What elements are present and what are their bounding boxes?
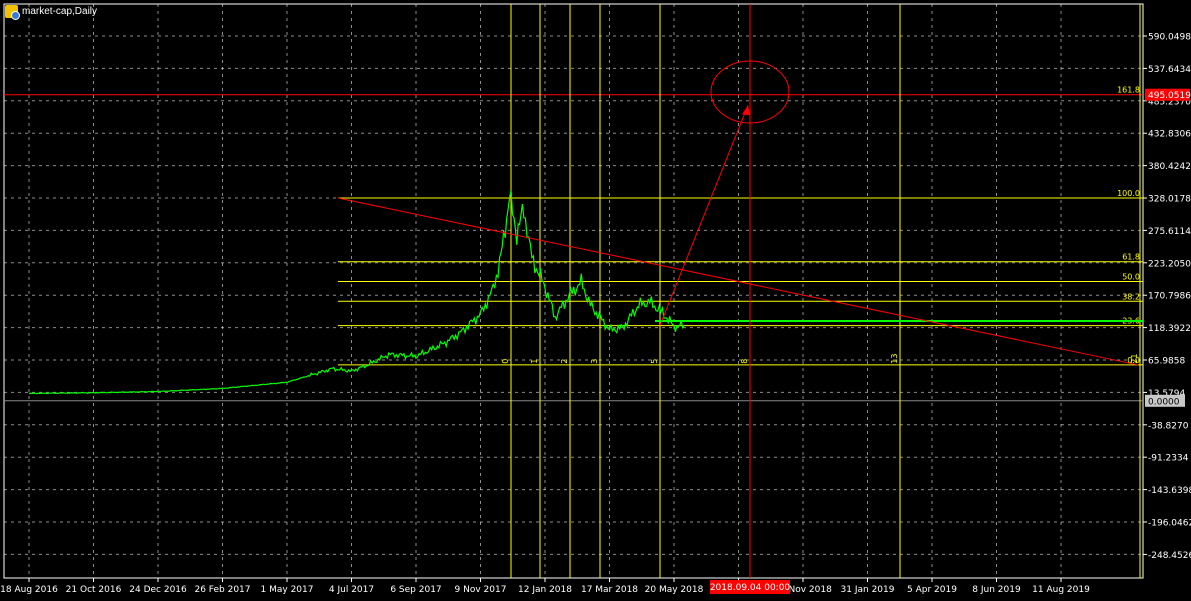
fib-level-label: 100.0 [1117,189,1140,198]
fib-time-label: 0 [501,359,510,364]
date-axis-label: 5 Apr 2019 [907,585,957,595]
fib-level-label: 61.8 [1122,253,1140,262]
date-axis-label: 9 Nov 2017 [455,585,507,595]
fib-time-label: 13 [890,354,899,364]
date-axis-label: 1 May 2017 [261,585,314,595]
fib-time-label: 8 [740,359,749,364]
date-axis-label: 21 Oct 2016 [66,585,122,595]
price-axis-label: 223.2050 [1148,259,1191,269]
price-axis-label: 432.8306 [1148,130,1191,140]
fib-time-label: 21 [1130,354,1139,364]
fibonacci-time-zones[interactable]: 0 1 2 3 5 8 13 21 [501,4,1141,578]
fib-time-label: 2 [560,359,569,364]
price-axis-label: -248.4526 [1148,551,1191,561]
plot-frame [3,3,1144,579]
price-axis-label: -91.2334 [1148,454,1189,464]
price-axis-label: 380.4242 [1148,162,1191,172]
date-axis-label: 31 Jan 2019 [841,585,895,595]
price-axis-label: 65.9858 [1148,357,1185,367]
date-axis-label: 17 Mar 2018 [581,585,638,595]
date-axis-label: 20 May 2018 [645,585,704,595]
fibonacci-retracement[interactable]: 161.8100.061.850.038.223.60.0 [4,86,1143,366]
date-axis-label: 6 Sep 2017 [390,585,441,595]
date-axis-label: 26 Feb 2017 [194,585,250,595]
fib-time-label: 5 [650,359,659,364]
fib-level-label: 38.2 [1122,292,1140,301]
price-axis-label: -143.6398 [1148,486,1191,496]
price-axis-label: 118.3922 [1148,324,1191,334]
price-chart[interactable]: 161.8100.061.850.038.223.60.0 0123581321… [0,0,1191,601]
date-axis-label: 11 Aug 2019 [1032,585,1090,595]
fib-time-label: 3 [590,359,599,364]
zero-level-label: 0.0000 [1148,397,1180,407]
price-axis-label: -38.8270 [1148,421,1189,431]
price-axis-label: -196.0462 [1148,519,1191,529]
fib-time-label: 1 [530,359,539,364]
fib-level-label: 50.0 [1122,272,1140,281]
projection-arrow-line[interactable] [659,105,749,326]
price-line [28,190,685,395]
crosshair-price-label: 495.0519 [1148,91,1191,101]
price-axis-label: 170.7986 [1148,292,1191,302]
fib-level-label: 161.8 [1117,86,1140,95]
crosshair-time-label: 2018.09.04 00:00 [710,583,791,593]
price-series [28,190,685,395]
date-axis-label: 8 Jun 2019 [972,585,1021,595]
price-axis-label: 328.0178 [1148,195,1191,205]
date-axis-label: 12 Jan 2018 [518,585,572,595]
price-axis-label: 537.6434 [1148,65,1191,75]
date-axis-label: 4 Jul 2017 [329,585,374,595]
date-axis-label: 18 Aug 2016 [0,585,58,595]
price-axis-label: 275.6114 [1148,227,1191,237]
projection-arrow-head [742,105,750,116]
chart-grid [3,3,1144,579]
trend-drawings[interactable] [337,4,1143,578]
date-axis-label: 24 Dec 2016 [129,585,187,595]
price-axis-label: 590.0498 [1148,33,1191,43]
